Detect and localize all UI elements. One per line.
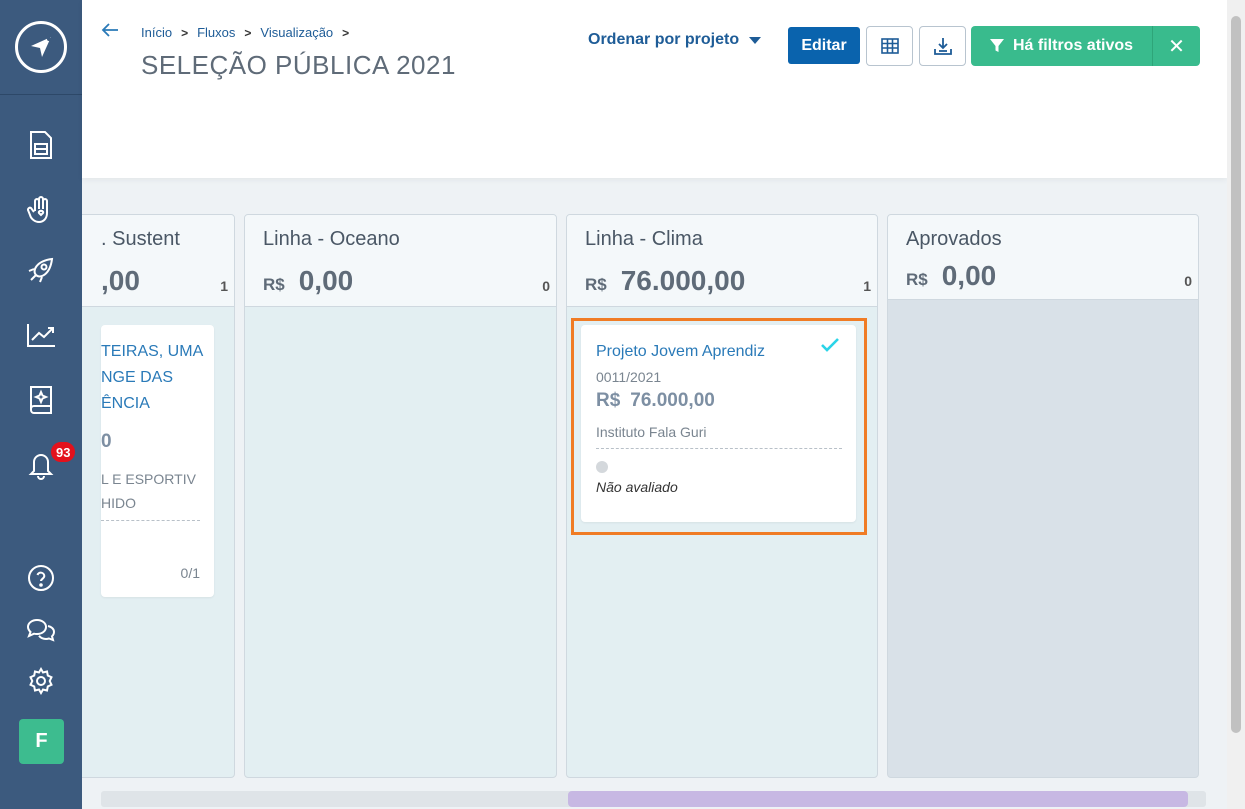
column-header: Aprovados R$ 0,00 0 — [888, 215, 1198, 300]
column-amount-value: 0,00 — [298, 265, 354, 296]
page-title: SELEÇÃO PÚBLICA 2021 — [141, 50, 456, 80]
filter-toggle[interactable]: Há filtros ativos — [971, 26, 1152, 66]
column-header: Linha - Oceano R$ 0,00 0 — [245, 215, 556, 307]
breadcrumb-separator-icon: > — [244, 25, 252, 40]
book-sparkle-icon[interactable] — [21, 380, 61, 420]
card-institution-line: HIDO — [101, 495, 136, 511]
column-currency: R$ — [585, 275, 607, 294]
card-progress: 0/1 — [180, 565, 200, 581]
selected-card-highlight — [571, 318, 867, 535]
settings-gear-icon[interactable] — [21, 661, 61, 701]
clear-filters-close-icon[interactable]: ✕ — [1152, 26, 1200, 66]
vertical-scrollbar-thumb[interactable] — [1231, 16, 1241, 733]
card-title-line: ÊNCIA — [101, 395, 150, 412]
kanban-board: . Sustent ,00 1 TEIRAS, UMA NGE DAS ÊNCI… — [82, 178, 1227, 809]
notification-badge[interactable]: 93 — [49, 440, 78, 464]
logo-area — [0, 0, 82, 95]
card-institution-line: L E ESPORTIV — [101, 471, 196, 487]
page-header: Início > Fluxos > Visualização > SELEÇÃO… — [82, 0, 1227, 178]
document-icon[interactable] — [21, 125, 61, 165]
column-amount: ,00 — [101, 265, 140, 297]
project-card[interactable]: TEIRAS, UMA NGE DAS ÊNCIA 0 L E ESPORTIV… — [101, 325, 214, 597]
breadcrumb-inicio[interactable]: Início — [141, 25, 172, 40]
download-button[interactable] — [919, 26, 966, 66]
column-title: Linha - Clima — [585, 228, 703, 250]
card-title-line: TEIRAS, UMA — [101, 343, 204, 360]
column-currency: R$ — [263, 275, 285, 294]
card-title-line: NGE DAS — [101, 369, 174, 386]
column-amount: R$ 0,00 — [263, 265, 353, 297]
column-aprovados: Aprovados R$ 0,00 0 — [887, 214, 1199, 778]
column-count: 1 — [220, 278, 228, 294]
app-logo-icon[interactable] — [15, 21, 67, 73]
back-arrow-icon[interactable] — [100, 20, 120, 40]
table-view-button[interactable] — [866, 26, 913, 66]
rocket-icon[interactable] — [21, 250, 61, 290]
edit-button[interactable]: Editar — [788, 27, 860, 64]
column-linha-oceano: Linha - Oceano R$ 0,00 0 — [244, 214, 557, 778]
table-icon — [880, 38, 899, 54]
column-amount-value: ,00 — [101, 265, 140, 296]
column-count: 1 — [863, 278, 871, 294]
filter-icon — [990, 39, 1004, 52]
column-amount-value: 76.000,00 — [620, 265, 746, 296]
breadcrumb-visualizacao[interactable]: Visualização — [260, 25, 333, 40]
column-count: 0 — [542, 278, 550, 294]
card-divider — [101, 520, 200, 521]
download-icon — [933, 38, 952, 55]
filter-label: Há filtros ativos — [1013, 37, 1134, 54]
horizontal-scrollbar-thumb[interactable] — [568, 791, 1188, 807]
breadcrumb-separator-icon: > — [342, 25, 350, 40]
column-amount: R$ 76.000,00 — [585, 265, 745, 297]
column-title: . Sustent — [101, 228, 180, 250]
caret-down-icon — [749, 36, 762, 44]
breadcrumb: Início > Fluxos > Visualização > — [141, 25, 352, 40]
column-amount: R$ 0,00 — [906, 260, 996, 292]
chat-icon[interactable] — [21, 610, 61, 650]
column-count: 0 — [1184, 273, 1192, 289]
trending-up-icon[interactable] — [21, 315, 61, 355]
column-sustent: . Sustent ,00 1 TEIRAS, UMA NGE DAS ÊNCI… — [82, 214, 235, 778]
column-title: Linha - Oceano — [263, 228, 400, 250]
column-amount-value: 0,00 — [941, 260, 997, 291]
user-avatar[interactable]: F — [19, 719, 64, 764]
hand-heart-icon[interactable] — [21, 190, 61, 230]
column-header: Linha - Clima R$ 76.000,00 1 — [567, 215, 877, 307]
column-title: Aprovados — [906, 228, 1002, 250]
vertical-scrollbar[interactable] — [1227, 0, 1245, 809]
sort-dropdown[interactable]: Ordenar por projeto — [588, 31, 762, 49]
card-value: 0 — [101, 431, 112, 452]
active-filters-button[interactable]: Há filtros ativos ✕ — [971, 26, 1200, 66]
horizontal-scrollbar[interactable] — [101, 791, 1206, 807]
breadcrumb-separator-icon: > — [181, 25, 189, 40]
sort-label: Ordenar por projeto — [588, 31, 740, 48]
sidebar: 93 F — [0, 0, 82, 809]
column-header: . Sustent ,00 1 — [82, 215, 234, 307]
column-currency: R$ — [906, 270, 928, 289]
help-icon[interactable] — [21, 558, 61, 598]
breadcrumb-fluxos[interactable]: Fluxos — [197, 25, 235, 40]
